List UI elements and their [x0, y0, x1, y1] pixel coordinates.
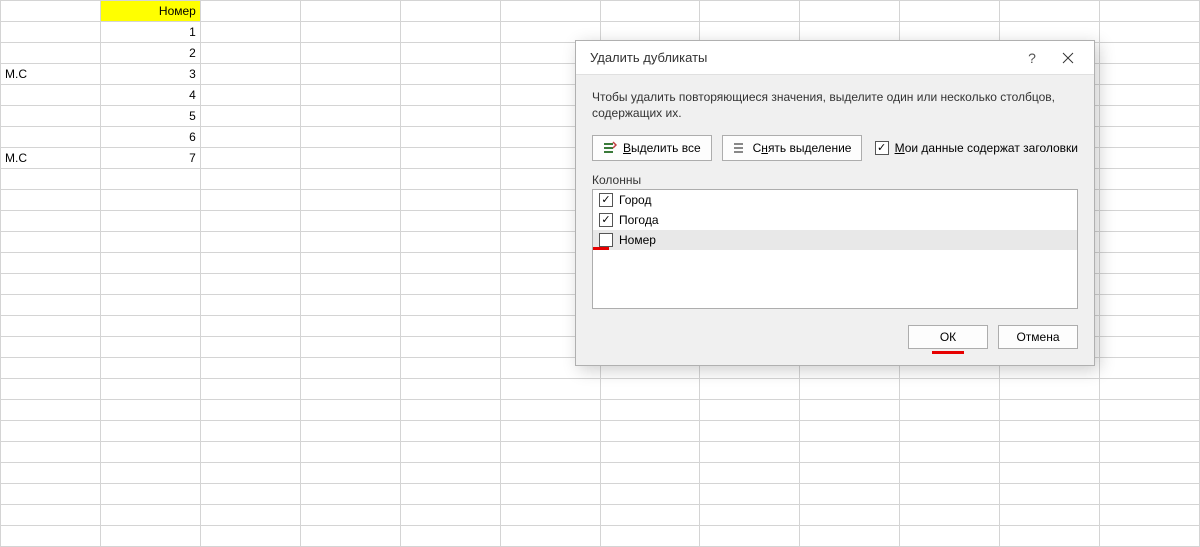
column-label: Номер	[619, 233, 656, 247]
cell-a1[interactable]	[1, 1, 101, 22]
columns-listbox[interactable]: ✓ Город ✓ Погода Номер	[592, 189, 1078, 309]
cell-a2[interactable]	[1, 22, 101, 43]
select-all-label: Выделить все	[623, 141, 701, 155]
cell-b8[interactable]: 7	[100, 148, 200, 169]
select-all-button[interactable]: Выделить все	[592, 135, 712, 161]
dialog-description: Чтобы удалить повторяющиеся значения, вы…	[592, 89, 1078, 121]
annotation-highlight	[593, 247, 609, 250]
check-icon: ✓	[599, 213, 613, 227]
dialog-title: Удалить дубликаты	[590, 50, 1014, 65]
headers-label: Мои данные содержат заголовки	[895, 141, 1078, 155]
column-item-weather[interactable]: ✓ Погода	[593, 210, 1077, 230]
cell-b4[interactable]: 3	[100, 64, 200, 85]
check-icon: ✓	[875, 141, 889, 155]
column-label: Погода	[619, 213, 659, 227]
remove-duplicates-dialog: Удалить дубликаты ? Чтобы удалить повтор…	[575, 40, 1095, 366]
help-icon[interactable]: ?	[1014, 41, 1050, 75]
column-item-city[interactable]: ✓ Город	[593, 190, 1077, 210]
cancel-label: Отмена	[1016, 330, 1059, 344]
cell-b5[interactable]: 4	[100, 85, 200, 106]
cell-a7[interactable]	[1, 127, 101, 148]
deselect-all-label: Снять выделение	[753, 141, 852, 155]
dialog-titlebar: Удалить дубликаты ?	[576, 41, 1094, 75]
uncheck-icon	[599, 233, 613, 247]
cell-b2[interactable]: 1	[100, 22, 200, 43]
cell-b6[interactable]: 5	[100, 106, 200, 127]
cell-a5[interactable]	[1, 85, 101, 106]
column-item-number[interactable]: Номер	[593, 230, 1077, 250]
columns-label: Колонны	[592, 173, 1078, 187]
cancel-button[interactable]: Отмена	[998, 325, 1078, 349]
close-icon[interactable]	[1050, 41, 1086, 75]
select-all-icon	[603, 141, 617, 155]
cell-a3[interactable]	[1, 43, 101, 64]
cell-b3[interactable]: 2	[100, 43, 200, 64]
cell-a8[interactable]: М.С	[1, 148, 101, 169]
headers-checkbox[interactable]: ✓ Мои данные содержат заголовки	[875, 141, 1078, 155]
cell-a4[interactable]: М.С	[1, 64, 101, 85]
annotation-highlight	[932, 351, 964, 354]
ok-label: ОК	[940, 330, 956, 344]
deselect-all-button[interactable]: Снять выделение	[722, 135, 863, 161]
cell-b7[interactable]: 6	[100, 127, 200, 148]
column-label: Город	[619, 193, 651, 207]
check-icon: ✓	[599, 193, 613, 207]
cell-a6[interactable]	[1, 106, 101, 127]
cell-b1-header[interactable]: Номер	[100, 1, 200, 22]
ok-button[interactable]: ОК	[908, 325, 988, 349]
deselect-all-icon	[733, 141, 747, 155]
